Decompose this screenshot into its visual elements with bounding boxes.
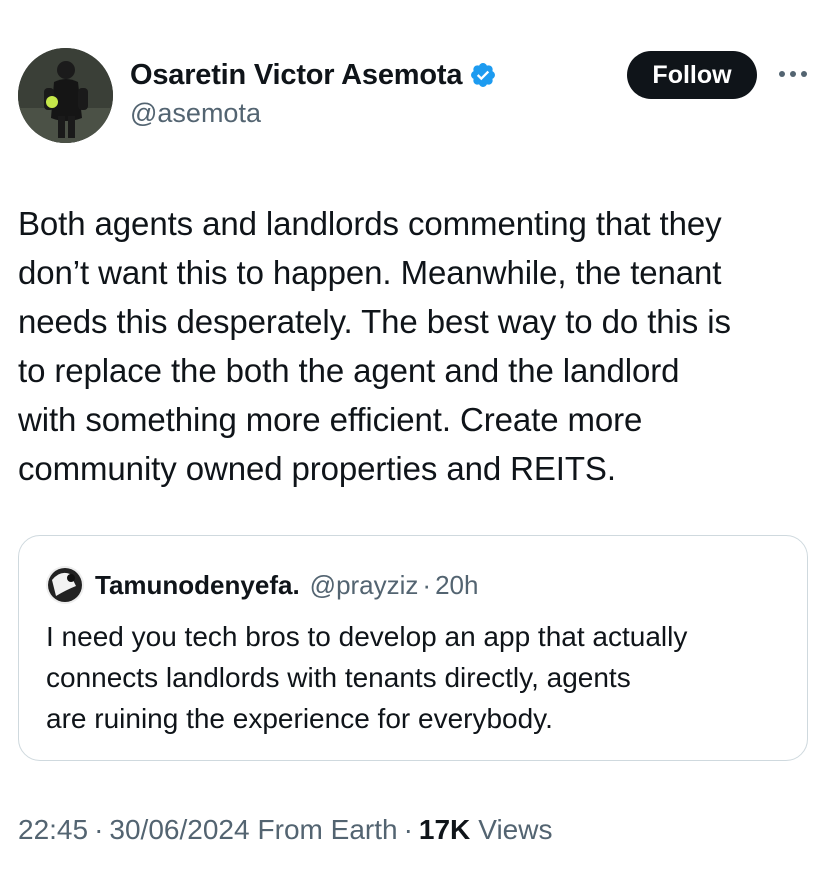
- quote-timestamp[interactable]: 20h: [435, 570, 478, 601]
- author-handle[interactable]: @asemota: [130, 98, 261, 129]
- tweet: Osaretin Victor Asemota @asemota Follow …: [0, 0, 828, 875]
- tweet-meta: 22:45 · 30/06/2024 From Earth · 17K View…: [18, 808, 552, 852]
- tweet-date[interactable]: 30/06/2024: [109, 814, 249, 846]
- author-name-row: Osaretin Victor Asemota: [130, 55, 497, 95]
- quote-author-name[interactable]: Tamunodenyefa.: [95, 570, 300, 601]
- meta-separator: ·: [94, 814, 104, 845]
- quote-author-handle: @prayziz: [309, 569, 419, 600]
- tweet-text: Both agents and landlords commenting tha…: [18, 205, 731, 487]
- quote-author-avatar: [46, 566, 84, 604]
- quote-avatar-photo: [46, 566, 84, 604]
- meta-separator-2: ·: [403, 814, 413, 845]
- author-display-name[interactable]: Osaretin Victor Asemota: [130, 59, 462, 92]
- tweet-source: From Earth: [257, 814, 398, 845]
- more-horizontal-icon[interactable]: [776, 62, 810, 86]
- quoted-tweet[interactable]: Tamunodenyefa. @prayziz · 20h I need you…: [18, 535, 808, 761]
- avatar-photo: [18, 48, 113, 143]
- quote-separator: ·: [422, 569, 432, 600]
- follow-button[interactable]: Follow: [627, 51, 757, 99]
- views-label: Views: [478, 814, 553, 845]
- quote-header: Tamunodenyefa. @prayziz · 20h: [95, 565, 478, 605]
- views-count[interactable]: 17K: [419, 814, 470, 846]
- verified-badge-icon: [469, 61, 497, 89]
- author-avatar[interactable]: [18, 48, 113, 143]
- quote-text: I need you tech bros to develop an app t…: [46, 621, 688, 734]
- tweet-time[interactable]: 22:45: [18, 814, 88, 846]
